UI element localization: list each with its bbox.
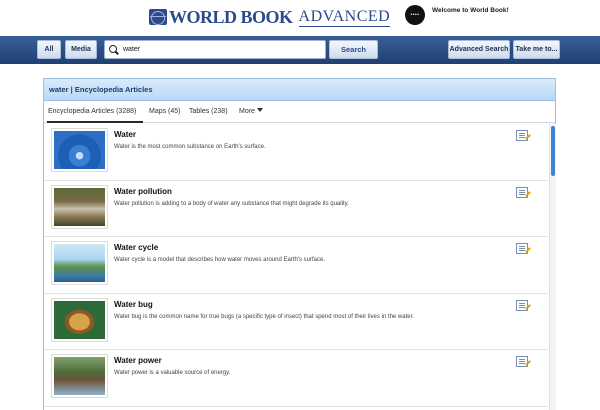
tab-maps[interactable]: Maps (45) — [149, 108, 181, 115]
tab-more-label: More — [239, 108, 255, 115]
globe-logo-icon — [149, 9, 167, 25]
caret-down-icon — [256, 108, 263, 112]
media-filter-button[interactable]: Media — [65, 40, 97, 59]
take-me-to-button[interactable]: Take me to... — [513, 40, 560, 59]
result-thumbnail[interactable] — [51, 297, 108, 342]
search-input[interactable]: water — [104, 40, 326, 59]
logo-sub-text: ADVANCED — [298, 7, 391, 27]
water-power-image — [54, 357, 105, 395]
top-header: WORLD BOOK ADVANCED •••• Welcome to Worl… — [0, 0, 600, 36]
list-item[interactable]: Water Water is the most common substance… — [44, 124, 548, 181]
scrollbar-thumb[interactable] — [551, 126, 555, 176]
add-note-icon[interactable] — [516, 186, 528, 198]
tab-tables[interactable]: Tables (238) — [189, 108, 228, 115]
result-description: Water bug is the common name for true bu… — [114, 313, 414, 320]
result-title[interactable]: Water cycle — [114, 243, 158, 252]
result-thumbnail[interactable] — [51, 184, 108, 229]
list-item[interactable]: Water bug Water bug is the common name f… — [44, 294, 548, 350]
results-scrollbar[interactable] — [549, 124, 556, 410]
add-note-icon[interactable] — [516, 356, 528, 367]
logo-main-text: WORLD BOOK — [169, 7, 293, 27]
add-note-icon[interactable] — [516, 130, 528, 141]
water-bug-image — [54, 300, 105, 339]
tab-more[interactable]: More — [239, 108, 263, 115]
result-thumbnail[interactable] — [51, 354, 108, 398]
result-description: Water power is a valuable source of ener… — [114, 370, 231, 376]
result-title[interactable]: Water bug — [114, 300, 153, 309]
active-tab-indicator — [47, 121, 143, 123]
results-panel: water | Encyclopedia Articles Encycloped… — [43, 78, 556, 410]
avatar[interactable]: •••• — [405, 5, 425, 25]
result-title[interactable]: Water pollution — [114, 187, 172, 196]
search-query: water — [123, 46, 141, 53]
list-item[interactable]: Water pollution Water pollution is addin… — [44, 181, 548, 237]
world-book-logo[interactable]: WORLD BOOK ADVANCED — [149, 7, 391, 27]
result-description: Water pollution is adding to a body of w… — [114, 200, 349, 207]
result-tabs: Encyclopedia Articles (3288) Maps (45) T… — [44, 101, 555, 123]
welcome-message: Welcome to World Book! — [432, 7, 509, 14]
search-icon — [109, 44, 119, 55]
water-cycle-image — [54, 244, 105, 282]
result-thumbnail[interactable] — [51, 241, 108, 285]
list-item[interactable]: Water cycle Water cycle is a model that … — [44, 237, 548, 294]
advanced-search-button[interactable]: Advanced Search — [448, 40, 510, 59]
add-note-icon[interactable] — [516, 299, 528, 311]
search-button[interactable]: Search — [329, 40, 378, 59]
result-description: Water is the most common substance on Ea… — [114, 144, 266, 150]
tab-encyclopedia-articles[interactable]: Encyclopedia Articles (3288) — [48, 108, 136, 115]
all-filter-button[interactable]: All — [37, 40, 61, 59]
panel-title: water | Encyclopedia Articles — [44, 79, 555, 101]
result-thumbnail[interactable] — [51, 128, 108, 172]
add-note-icon[interactable] — [516, 243, 528, 254]
water-pollution-image — [54, 187, 105, 226]
search-bar: All Media water Search Advanced Search T… — [0, 36, 600, 64]
results-list: Water Water is the most common substance… — [44, 124, 548, 410]
result-description: Water cycle is a model that describes ho… — [114, 257, 326, 263]
result-title[interactable]: Water power — [114, 356, 162, 365]
water-drop-image — [54, 131, 105, 169]
result-title[interactable]: Water — [114, 130, 136, 139]
list-item[interactable]: Water power Water power is a valuable so… — [44, 350, 548, 407]
